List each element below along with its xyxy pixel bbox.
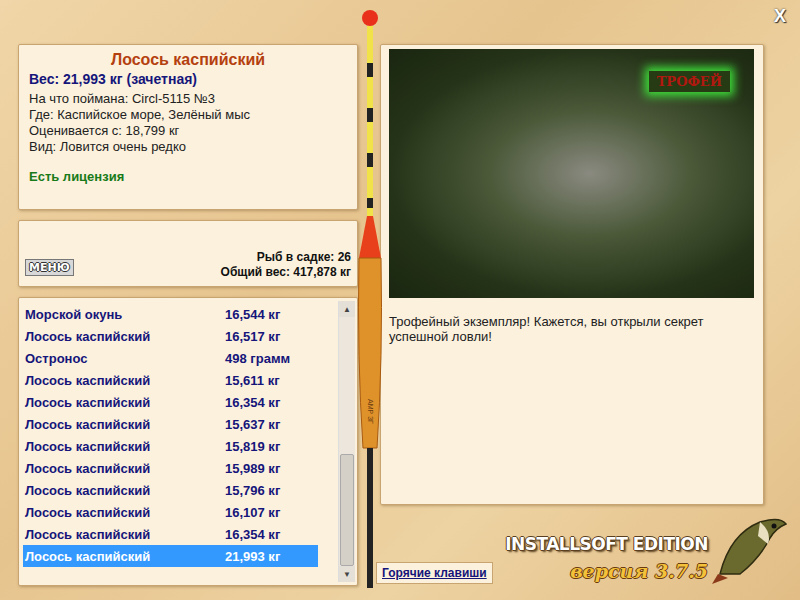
fish-weight: Вес: 21,993 кг (зачетная)	[29, 71, 347, 87]
trophy-panel: ТРОФЕЙ Трофейный экземпляр! Кажется, вы …	[380, 44, 764, 505]
catch-weight: 15,989 кг	[225, 461, 280, 476]
pike-icon	[710, 514, 790, 586]
catch-row[interactable]: Лосось каспийский 15,819 кг	[23, 435, 318, 457]
main-area: Лосось каспийский Вес: 21,993 кг (зачетн…	[18, 44, 790, 586]
trophy-badge: ТРОФЕЙ	[649, 71, 730, 92]
catch-weight: 21,993 кг	[225, 549, 280, 564]
catch-weight: 15,819 кг	[225, 439, 280, 454]
catch-weight: 15,796 кг	[225, 483, 280, 498]
fish-detail: Оценивается с: 18,799 кг	[29, 123, 347, 139]
float-icon	[355, 8, 385, 592]
right-column: ТРОФЕЙ Трофейный экземпляр! Кажется, вы …	[380, 44, 790, 586]
catch-row[interactable]: Лосось каспийский 15,637 кг	[23, 413, 318, 435]
catch-row[interactable]: Морской окунь 16,544 кг	[23, 303, 318, 325]
scrollbar[interactable]: ▲ ▼	[338, 301, 355, 582]
catch-row[interactable]: Лосось каспийский 16,354 кг	[23, 391, 318, 413]
catch-name: Лосось каспийский	[25, 505, 225, 520]
fish-detail: Вид: Ловится очень редко	[29, 139, 347, 155]
catch-name: Морской окунь	[25, 307, 225, 322]
catch-list: Морской окунь 16,544 кгЛосось каспийский…	[18, 297, 358, 586]
fish-detail: Где: Каспийское море, Зелёный мыс	[29, 107, 347, 123]
left-column: Лосось каспийский Вес: 21,993 кг (зачетн…	[18, 44, 358, 586]
catch-name: Лосось каспийский	[25, 329, 225, 344]
fish-name: Лосось каспийский	[29, 51, 347, 69]
catch-name: Остронос	[25, 351, 225, 366]
catch-weight: 15,637 кг	[225, 417, 280, 432]
catch-weight: 498 грамм	[225, 351, 290, 366]
catch-weight: 15,611 кг	[225, 373, 280, 388]
catch-row[interactable]: Лосось каспийский 21,993 кг	[23, 545, 318, 567]
float-label: АМР 3Г	[367, 393, 374, 431]
catch-weight: 16,107 кг	[225, 505, 280, 520]
license-status: Есть лицензия	[29, 169, 347, 184]
catch-row[interactable]: Остронос 498 грамм	[23, 347, 318, 369]
catch-name: Лосось каспийский	[25, 373, 225, 388]
scroll-up-button[interactable]: ▲	[339, 301, 355, 317]
catch-name: Лосось каспийский	[25, 461, 225, 476]
close-button[interactable]: X	[770, 6, 790, 26]
scroll-track[interactable]	[339, 317, 355, 566]
catch-name: Лосось каспийский	[25, 439, 225, 454]
keepnet-card: МЕНЮ Рыб в садке: 26 Общий вес: 417,878 …	[18, 220, 358, 287]
logo-version: версия 3.7.5	[570, 560, 708, 582]
catch-name: Лосось каспийский	[25, 549, 225, 564]
logo-brand: INSTALLSOFT EDITION	[505, 534, 708, 554]
total-weight: Общий вес: 417,878 кг	[221, 265, 351, 280]
catch-screen: X Лосось каспийский Вес: 21,993 кг (заче…	[0, 0, 800, 600]
catch-name: Лосось каспийский	[25, 395, 225, 410]
logo: INSTALLSOFT EDITION версия 3.7.5	[505, 514, 790, 586]
fish-photo: ТРОФЕЙ	[389, 49, 754, 298]
catch-weight: 16,354 кг	[225, 395, 280, 410]
scroll-down-button[interactable]: ▼	[339, 566, 355, 582]
catch-name: Лосось каспийский	[25, 483, 225, 498]
fish-detail: На что поймана: Circl-5115 №3	[29, 91, 347, 107]
catch-weight: 16,544 кг	[225, 307, 280, 322]
keepnet-summary: Рыб в садке: 26 Общий вес: 417,878 кг	[221, 250, 351, 280]
hotkeys-button[interactable]: Горячие клавиши	[376, 562, 493, 584]
catch-row[interactable]: Лосось каспийский 16,107 кг	[23, 501, 318, 523]
catch-weight: 16,517 кг	[225, 329, 280, 344]
scroll-thumb[interactable]	[340, 454, 354, 566]
fish-info-card: Лосось каспийский Вес: 21,993 кг (зачетн…	[18, 44, 358, 210]
fish-details: На что поймана: Circl-5115 №3Где: Каспий…	[29, 91, 347, 155]
catch-rows: Морской окунь 16,544 кгЛосось каспийский…	[23, 301, 338, 582]
catch-name: Лосось каспийский	[25, 527, 225, 542]
top-bar: X	[18, 0, 790, 44]
catch-row[interactable]: Лосось каспийский 15,989 кг	[23, 457, 318, 479]
float-bobber: АМР 3Г	[355, 8, 385, 592]
catch-row[interactable]: Лосось каспийский 16,354 кг	[23, 523, 318, 545]
catch-row[interactable]: Лосось каспийский 15,611 кг	[23, 369, 318, 391]
catch-row[interactable]: Лосось каспийский 16,517 кг	[23, 325, 318, 347]
trophy-message: Трофейный экземпляр! Кажется, вы открыли…	[389, 298, 754, 344]
menu-button[interactable]: МЕНЮ	[25, 259, 74, 276]
bottom-row: Горячие клавиши INSTALLSOFT EDITION верс…	[376, 505, 790, 586]
catch-row[interactable]: Лосось каспийский 15,796 кг	[23, 479, 318, 501]
catch-name: Лосось каспийский	[25, 417, 225, 432]
catch-weight: 16,354 кг	[225, 527, 280, 542]
fish-count: Рыб в садке: 26	[221, 250, 351, 265]
logo-text: INSTALLSOFT EDITION версия 3.7.5	[505, 534, 708, 586]
